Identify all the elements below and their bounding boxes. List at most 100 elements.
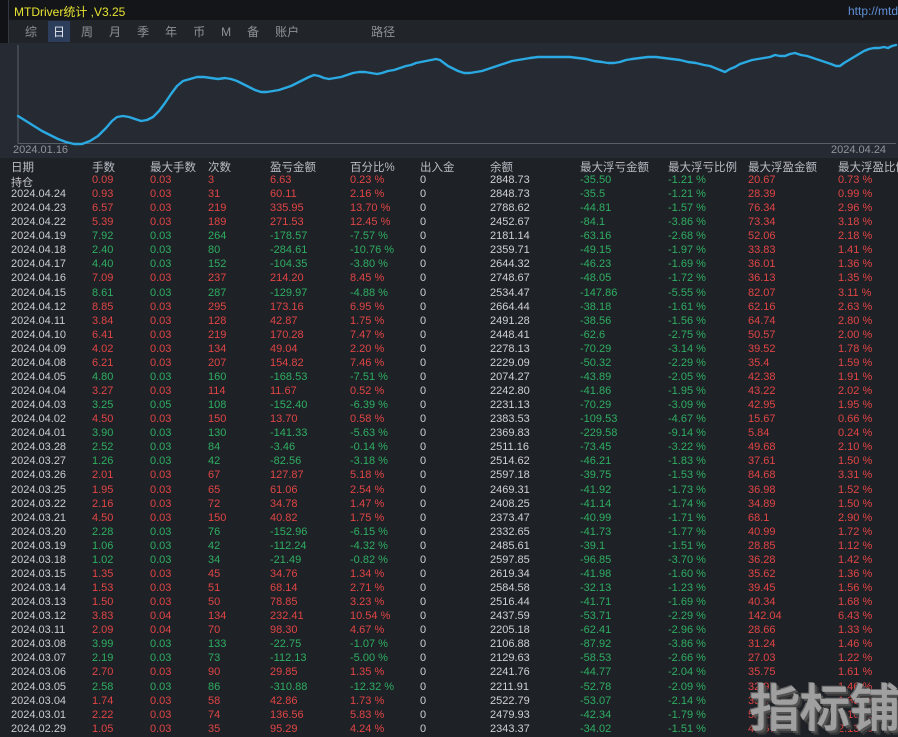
cell: 0 [420, 512, 426, 524]
cell: 0.99 % [838, 188, 872, 200]
cell: -2.29 % [668, 610, 706, 622]
cell: 0.03 [150, 638, 171, 650]
table-row[interactable]: 2024.04.174.400.03152-104.35-3.80 %02644… [0, 258, 898, 272]
cell: -1.69 % [668, 596, 706, 608]
table-row[interactable]: 2024.04.024.500.0315013.700.58 %02383.53… [0, 413, 898, 427]
cell: 2.40 [92, 244, 113, 256]
cell: 2848.73 [490, 188, 530, 200]
column-header[interactable]: 出入金 [420, 159, 455, 175]
cell: 3.83 [92, 610, 113, 622]
menu-item-年[interactable]: 年 [160, 21, 182, 42]
cell: 2664.44 [490, 301, 530, 313]
table-row[interactable]: 2024.04.043.270.0311411.670.52 %02242.80… [0, 385, 898, 399]
column-header[interactable]: 最大浮盈金额 [748, 159, 817, 175]
cell: 0.03 [150, 596, 171, 608]
cell: 2.52 [92, 441, 113, 453]
table-row[interactable]: 2024.04.128.850.03295173.166.95 %02664.4… [0, 301, 898, 315]
table-row[interactable]: 2024.03.181.020.0334-21.49-0.82 %02597.8… [0, 554, 898, 568]
cell: 0 [420, 357, 426, 369]
cell: 31 [208, 188, 220, 200]
table-row[interactable]: 2024.03.262.010.0367127.875.18 %02597.18… [0, 469, 898, 483]
cell: 2644.32 [490, 258, 530, 270]
table-row[interactable]: 2024.03.282.520.0384-3.46-0.14 %02511.16… [0, 441, 898, 455]
table-row[interactable]: 2024.04.086.210.03207154.827.46 %02229.0… [0, 357, 898, 371]
column-header[interactable]: 最大浮亏金额 [580, 159, 649, 175]
cell: 84.68 [748, 469, 776, 481]
column-header[interactable]: 最大浮亏比例 [668, 159, 737, 175]
table-row[interactable]: 2024.04.182.400.0380-284.61-10.76 %02359… [0, 244, 898, 258]
column-header[interactable]: 余额 [490, 159, 513, 175]
table-row[interactable]: 2024.03.123.830.04134232.4110.54 %02437.… [0, 610, 898, 624]
table-row[interactable]: 持仓0.090.0336.630.23 %02848.73-35.50-1.21… [0, 174, 898, 188]
table-row[interactable]: 2024.04.013.900.03130-141.33-5.63 %02369… [0, 427, 898, 441]
row-date: 2024.04.08 [11, 357, 66, 369]
table-row[interactable]: 2024.04.094.020.0313449.042.20 %02278.13… [0, 343, 898, 357]
menu-item-M[interactable]: M [216, 23, 236, 41]
column-header[interactable]: 百分比% [350, 159, 395, 175]
menu-item-周[interactable]: 周 [76, 21, 98, 42]
column-header[interactable]: 次数 [208, 159, 231, 175]
cell: 133 [208, 638, 226, 650]
table-row[interactable]: 2024.04.167.090.03237214.208.45 %02748.6… [0, 272, 898, 286]
cell: 0.52 % [350, 385, 384, 397]
cell: 2.01 [92, 469, 113, 481]
menu-item-备[interactable]: 备 [242, 21, 264, 42]
cell: -6.15 % [350, 526, 388, 538]
menu-item-币[interactable]: 币 [188, 21, 210, 42]
table-row[interactable]: 2024.04.240.930.033160.112.16 %02848.73-… [0, 188, 898, 202]
cell: 0.03 [150, 526, 171, 538]
table-row[interactable]: 2024.03.222.160.037234.781.47 %02408.25-… [0, 498, 898, 512]
table-row[interactable]: 2024.03.141.530.035168.142.71 %02584.58-… [0, 582, 898, 596]
column-header[interactable]: 手数 [92, 159, 115, 175]
column-header[interactable]: 盈亏金额 [270, 159, 316, 175]
table-row[interactable]: 2024.04.113.840.0312842.871.75 %02491.28… [0, 315, 898, 329]
cell: 0.03 [150, 258, 171, 270]
table-row[interactable]: 2024.04.158.610.03287-129.97-4.88 %02534… [0, 287, 898, 301]
cell: 2.09 [92, 624, 113, 636]
table-row[interactable]: 2024.03.083.990.03133-22.75-1.07 %02106.… [0, 638, 898, 652]
menu-item-季[interactable]: 季 [132, 21, 154, 42]
cell: 6.43 % [838, 610, 872, 622]
table-row[interactable]: 2024.03.191.060.0342-112.24-4.32 %02485.… [0, 540, 898, 554]
cell: 7.09 [92, 272, 113, 284]
table-row[interactable]: 2024.03.151.350.034534.761.34 %02619.34-… [0, 568, 898, 582]
menu-item-账户[interactable]: 账户 [270, 21, 304, 42]
table-row[interactable]: 2024.03.131.500.035078.853.23 %02516.44-… [0, 596, 898, 610]
table-row[interactable]: 2024.04.106.410.03219170.287.47 %02448.4… [0, 329, 898, 343]
url-link[interactable]: http://mtdr [848, 4, 898, 18]
cell: 1.56 % [838, 582, 872, 594]
cell: 80 [208, 244, 220, 256]
table-row[interactable]: 2024.03.072.190.0373-112.13-5.00 %02129.… [0, 652, 898, 666]
table-row[interactable]: 2024.03.271.260.0342-82.56-3.18 %02514.6… [0, 455, 898, 469]
table-row[interactable]: 2024.04.225.390.03189271.5312.45 %02452.… [0, 216, 898, 230]
cell: -1.51 % [668, 723, 706, 735]
title-bar[interactable]: MTDriver统计 ,V3.25 http://mtdr [9, 0, 898, 20]
menu-item-综[interactable]: 综 [20, 21, 42, 42]
cell: 3.31 % [838, 469, 872, 481]
cell: 0.03 [150, 540, 171, 552]
cell: 150 [208, 512, 226, 524]
cell: 28.66 [748, 624, 776, 636]
table-row[interactable]: 2024.04.054.800.03160-168.53-7.51 %02074… [0, 371, 898, 385]
menu-item-月[interactable]: 月 [104, 21, 126, 42]
cell: 0.03 [150, 681, 171, 693]
column-header[interactable]: 最大手数 [150, 159, 196, 175]
table-row[interactable]: 2024.04.033.250.05108-152.40-6.39 %02231… [0, 399, 898, 413]
cell: 72 [208, 498, 220, 510]
column-header[interactable]: 最大浮盈比例 [838, 159, 898, 175]
table-row[interactable]: 2024.03.202.280.0376-152.96-6.15 %02332.… [0, 526, 898, 540]
table-row[interactable]: 2024.03.112.090.047098.304.67 %02205.18-… [0, 624, 898, 638]
table-row[interactable]: 2024.04.197.920.03264-178.57-7.57 %02181… [0, 230, 898, 244]
cell: 42 [208, 540, 220, 552]
menu-item-日[interactable]: 日 [48, 21, 70, 42]
cell: 2211.91 [490, 681, 529, 693]
cell: 2.10 % [838, 441, 872, 453]
table-row[interactable]: 2024.03.251.950.036561.062.54 %02469.31-… [0, 484, 898, 498]
menu-item-路径[interactable]: 路径 [366, 21, 400, 42]
cell: 0 [420, 272, 426, 284]
cell: 154.82 [270, 357, 304, 369]
column-header[interactable]: 日期 [11, 159, 34, 175]
table-row[interactable]: 2024.03.214.500.0315040.821.75 %02373.47… [0, 512, 898, 526]
table-row[interactable]: 2024.04.236.570.03219335.9513.70 %02788.… [0, 202, 898, 216]
cell: 61.06 [270, 484, 298, 496]
